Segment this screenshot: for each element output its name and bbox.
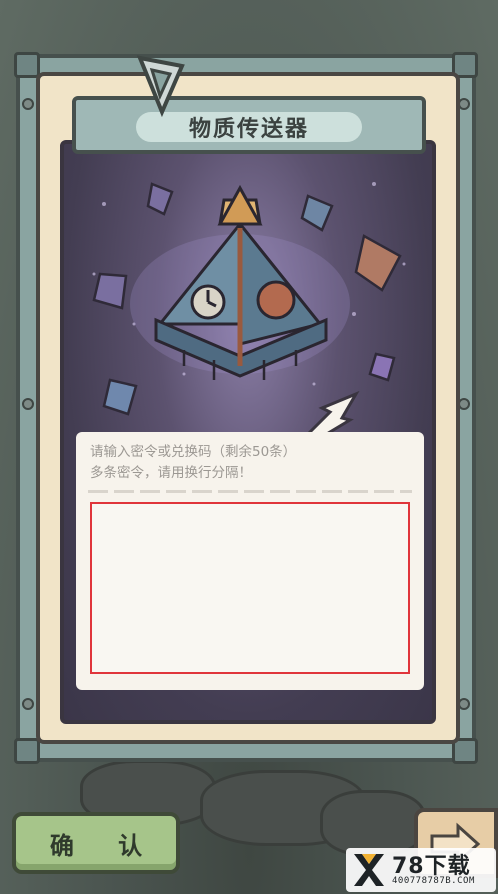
confirm-button[interactable]: 确 认: [12, 812, 180, 874]
prompt-line-2: 多条密令，请用换行分隔！: [90, 465, 252, 481]
watermark-logo: 78下载 400778787B.COM: [346, 848, 496, 892]
hook-icon: [136, 55, 185, 118]
confirm-button-label: 确 认: [49, 831, 161, 860]
rock-decoration: [320, 790, 426, 856]
rivet: [22, 398, 34, 410]
input-instructions: 请输入密令或兑换码（剩余50条） 多条密令，请用换行分隔！: [90, 442, 410, 484]
watermark-domain: 400778787B.COM: [392, 876, 475, 886]
title-plate: 物质传送器: [72, 96, 426, 154]
frame-corner: [14, 738, 40, 764]
prompt-line-1: 请输入密令或兑换码（剩余50条）: [90, 444, 297, 460]
watermark-x-icon: [354, 854, 384, 886]
dashed-divider: [88, 490, 412, 493]
rivet: [22, 698, 34, 710]
code-input-card: 请输入密令或兑换码（剩余50条） 多条密令，请用换行分隔！: [76, 432, 424, 690]
rivet: [22, 98, 34, 110]
frame-corner: [14, 52, 40, 78]
redeem-code-input[interactable]: [90, 502, 410, 674]
dialog-title: 物质传送器: [188, 117, 309, 142]
